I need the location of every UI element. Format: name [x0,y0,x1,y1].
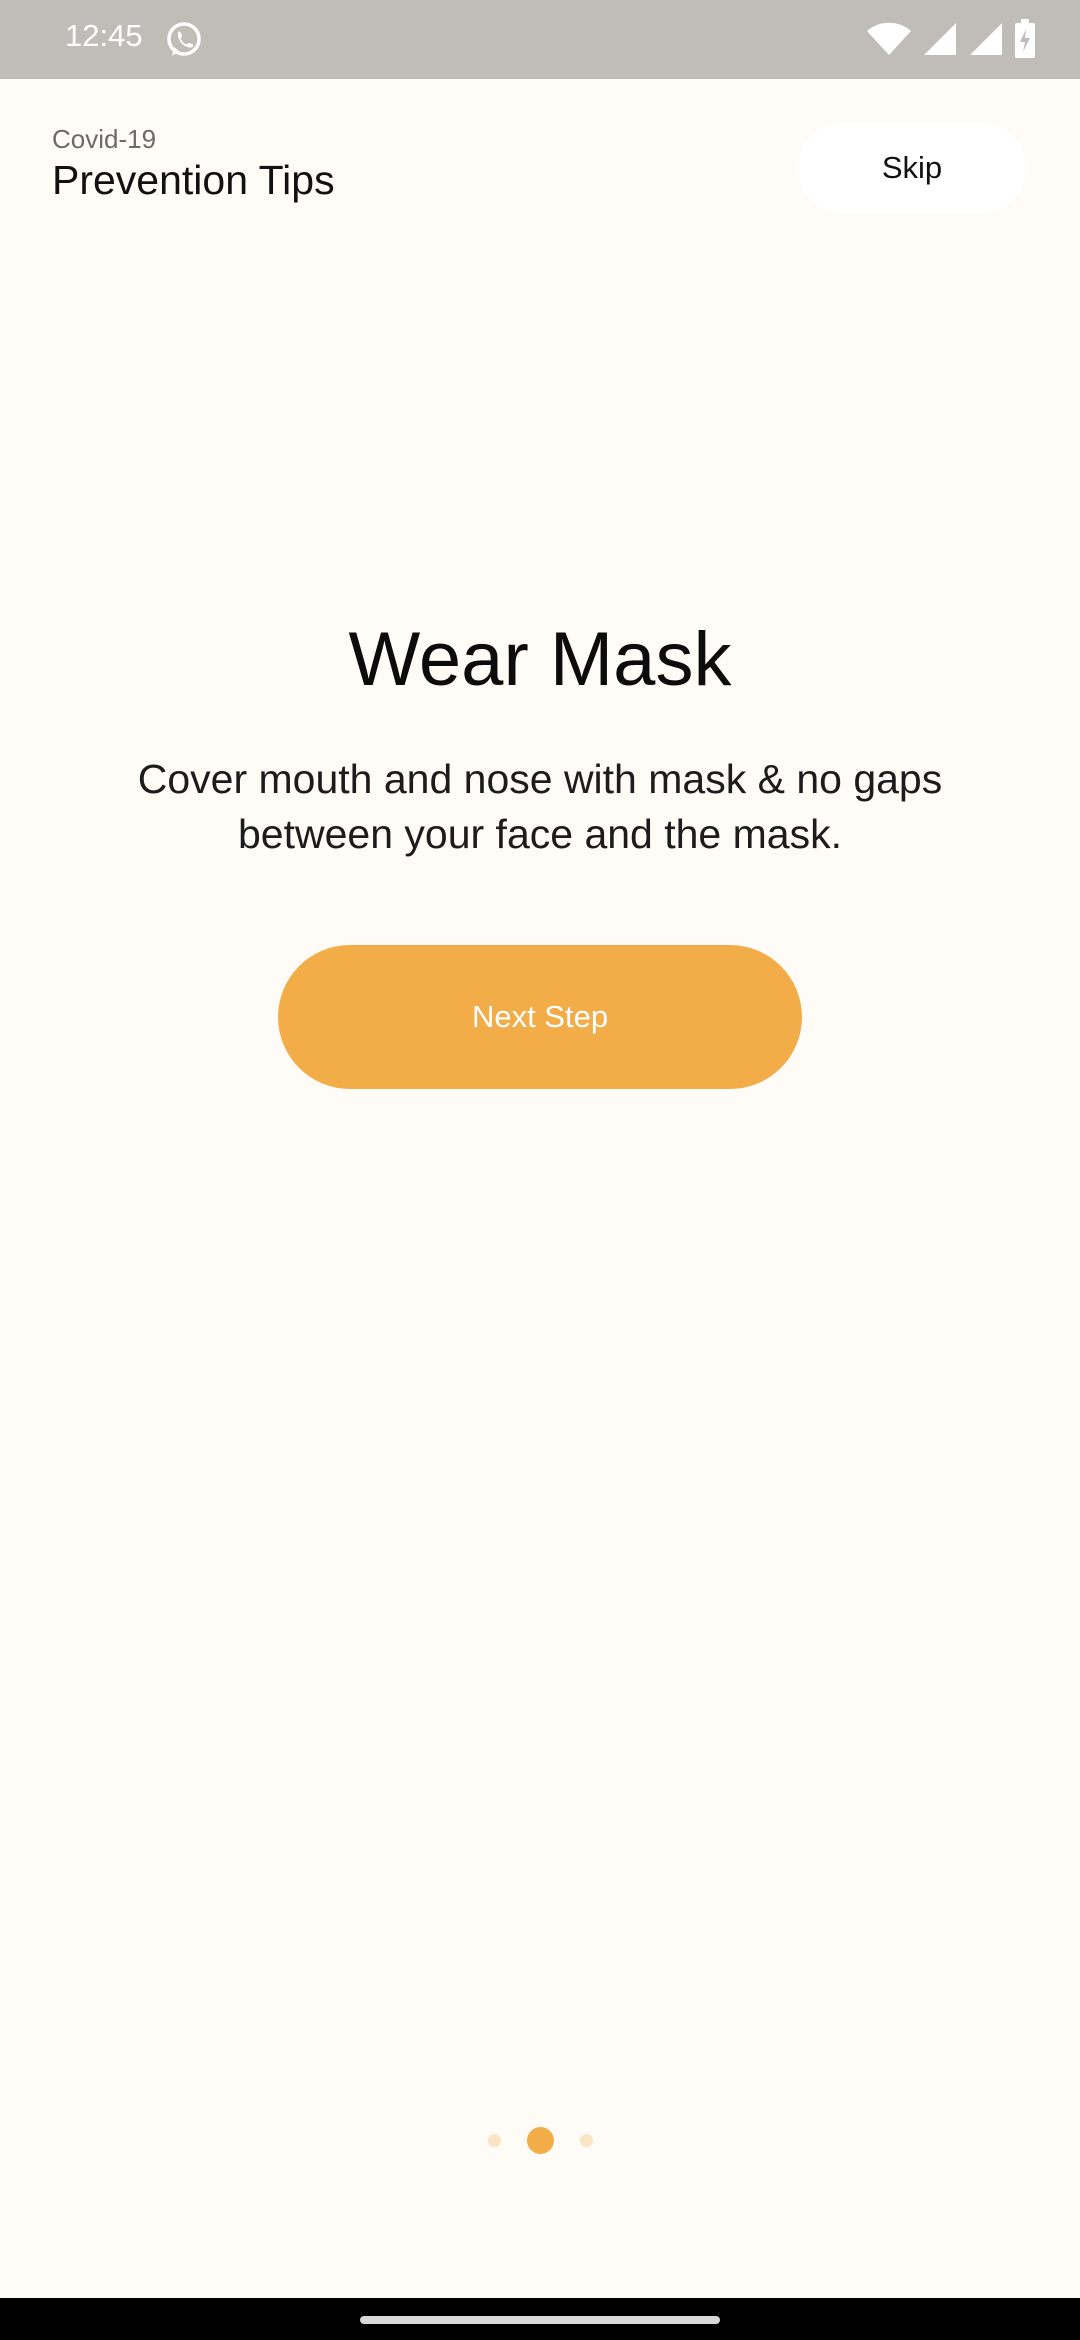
page-title: Prevention Tips [52,157,335,203]
home-gesture-handle[interactable] [360,2316,720,2324]
page-indicator [0,2124,1080,2154]
status-time: 12:45 [65,18,143,53]
system-navigation-bar [0,2298,1080,2340]
battery-icon [1014,19,1036,59]
cell-signal-icon [968,21,1004,57]
whatsapp-icon [164,20,204,60]
page-dot-2-active[interactable] [527,2127,554,2154]
page-dot-3[interactable] [580,2134,593,2147]
header-subtitle: Covid-19 [52,124,157,154]
status-icons [866,18,1036,60]
wifi-icon [866,21,912,57]
skip-button[interactable]: Skip [798,122,1026,214]
tip-title: Wear Mask [348,617,732,702]
next-step-button[interactable]: Next Step [278,945,802,1089]
page-dot-1[interactable] [488,2134,501,2147]
tip-description: Cover mouth and nose with mask & no gaps… [137,756,943,857]
status-bar: 12:45 [0,0,1080,79]
cell-signal-icon [922,21,958,57]
